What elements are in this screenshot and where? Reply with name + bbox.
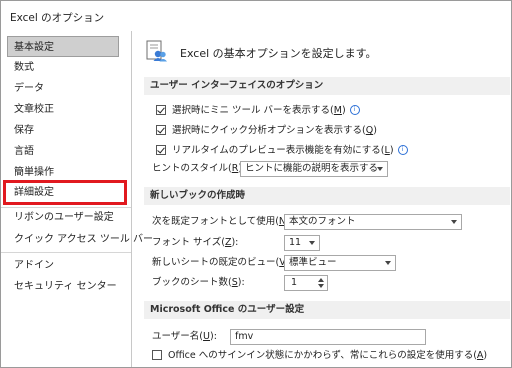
stepper-up-icon[interactable]: [318, 278, 324, 282]
default-view-row: 新しいシートの既定のビュー(V):: [152, 255, 293, 271]
field-label: 新しいシートの既定のビュー(: [152, 257, 280, 268]
field-label: ブックのシート数(: [152, 277, 232, 288]
username-value: fmv: [235, 331, 254, 342]
sidebar-item-proofing[interactable]: 文章校正: [7, 99, 54, 120]
chevron-down-icon: [309, 241, 315, 245]
sidebar-item-label: 詳細設定: [14, 187, 54, 198]
sidebar-item-save[interactable]: 保存: [7, 120, 34, 141]
sidebar-item-label: セキュリティ センター: [14, 281, 117, 292]
sidebar-item-customize-ribbon[interactable]: リボンのユーザー設定: [7, 207, 114, 228]
chevron-down-icon: [451, 220, 457, 224]
select-value: 標準ビュー: [289, 257, 337, 268]
sidebar-item-general[interactable]: 基本設定: [7, 36, 119, 57]
option-label-suffix: ): [341, 105, 346, 116]
live-preview-checkbox[interactable]: [156, 144, 166, 155]
chevron-down-icon: [377, 167, 383, 171]
section-header-ui-options: ユーザー インターフェイスのオプション: [144, 77, 510, 95]
default-font-row: 次を既定フォントとして使用(N):: [152, 214, 293, 230]
sidebar-item-label: 言語: [14, 146, 34, 157]
sidebar-item-label: データ: [14, 83, 44, 94]
title-bar: Excel のオプション: [1, 1, 511, 31]
field-label: ヒントのスタイル(: [152, 163, 232, 174]
option-live-preview[interactable]: リアルタイムのプレビュー表示機能を有効にする(L) i: [156, 143, 408, 159]
hint-style-row: ヒントのスタイル(R):: [152, 161, 245, 177]
sidebar-item-accessibility[interactable]: 簡単操作: [7, 162, 54, 183]
section-header-new-workbook: 新しいブックの作成時: [144, 187, 510, 205]
select-value: 本文のフォント: [289, 216, 356, 227]
option-label-suffix: ): [373, 125, 377, 136]
info-icon[interactable]: i: [397, 144, 408, 155]
option-label-suffix: ): [483, 350, 488, 361]
sidebar-item-label: アドイン: [14, 260, 54, 271]
option-mini-toolbar[interactable]: 選択時にミニ ツール バーを表示する(M) i: [156, 103, 360, 119]
option-label: 選択時にミニ ツール バーを表示する(: [172, 105, 334, 116]
main-panel: Excel の基本オプションを設定します。 ユーザー インターフェイスのオプショ…: [132, 31, 512, 367]
default-view-select[interactable]: 標準ビュー: [284, 255, 396, 271]
stepper-value: 1: [291, 277, 298, 288]
window-title: Excel のオプション: [10, 12, 105, 24]
section-header-office-settings: Microsoft Office のユーザー設定: [144, 301, 510, 319]
option-label: Office へのサインイン状態にかかわらず、常にこれらの設定を使用する(: [168, 350, 477, 361]
sidebar-item-label: リボンのユーザー設定: [14, 212, 114, 223]
username-row: ユーザー名(U):: [152, 329, 217, 345]
sidebar-item-advanced[interactable]: 詳細設定: [3, 180, 127, 205]
stepper-down-icon[interactable]: [318, 284, 324, 288]
sidebar-item-formulas[interactable]: 数式: [7, 57, 34, 78]
always-use-checkbox[interactable]: [152, 349, 162, 360]
access-key: M: [333, 105, 342, 116]
field-label-suffix: ):: [210, 331, 217, 342]
select-value: 11: [289, 237, 302, 248]
username-input[interactable]: fmv: [230, 329, 426, 345]
sheet-count-row: ブックのシート数(S):: [152, 275, 245, 291]
default-font-select[interactable]: 本文のフォント: [284, 214, 462, 230]
sidebar-item-trust-center[interactable]: セキュリティ センター: [7, 276, 117, 297]
sidebar-item-label: 数式: [14, 62, 34, 73]
select-value: ヒントに機能の説明を表示する: [245, 163, 379, 174]
font-size-select[interactable]: 11: [284, 235, 320, 251]
sidebar-item-language[interactable]: 言語: [7, 141, 34, 162]
font-size-row: フォント サイズ(Z):: [152, 235, 238, 251]
field-label-suffix: ):: [231, 237, 239, 248]
sidebar-item-data[interactable]: データ: [7, 78, 44, 99]
sidebar-divider: [1, 252, 131, 253]
sheet-count-stepper[interactable]: 1: [284, 275, 328, 291]
quick-analysis-checkbox[interactable]: [156, 124, 166, 135]
sidebar-item-addins[interactable]: アドイン: [7, 255, 54, 276]
sidebar: 基本設定 数式 データ 文章校正 保存 言語 簡単操作 詳細設定 リボンのユーザ…: [1, 31, 153, 367]
info-icon[interactable]: i: [349, 104, 360, 115]
sidebar-item-label: 文章校正: [14, 104, 54, 115]
sidebar-item-label: 簡単操作: [14, 167, 54, 178]
option-label: 選択時にクイック分析オプションを表示する(: [172, 125, 366, 136]
option-label-suffix: ): [389, 145, 394, 156]
field-label: フォント サイズ(: [152, 237, 225, 248]
chevron-down-icon: [385, 261, 391, 265]
field-label-suffix: ):: [237, 277, 245, 288]
mini-toolbar-checkbox[interactable]: [156, 104, 166, 115]
option-label: リアルタイムのプレビュー表示機能を有効にする(: [172, 145, 385, 156]
field-label: 次を既定フォントとして使用(: [152, 216, 279, 227]
page-title: Excel の基本オプションを設定します。: [180, 47, 377, 60]
field-label: ユーザー名(: [152, 331, 204, 342]
sidebar-item-label: 基本設定: [14, 42, 54, 53]
option-always-use[interactable]: Office へのサインイン状態にかかわらず、常にこれらの設定を使用する(A): [152, 348, 487, 364]
access-key: U: [203, 331, 210, 342]
hint-style-select[interactable]: ヒントに機能の説明を表示する: [240, 161, 388, 177]
option-quick-analysis[interactable]: 選択時にクイック分析オプションを表示する(Q): [156, 123, 377, 139]
sidebar-item-label: 保存: [14, 125, 34, 136]
options-icon: [146, 39, 168, 63]
